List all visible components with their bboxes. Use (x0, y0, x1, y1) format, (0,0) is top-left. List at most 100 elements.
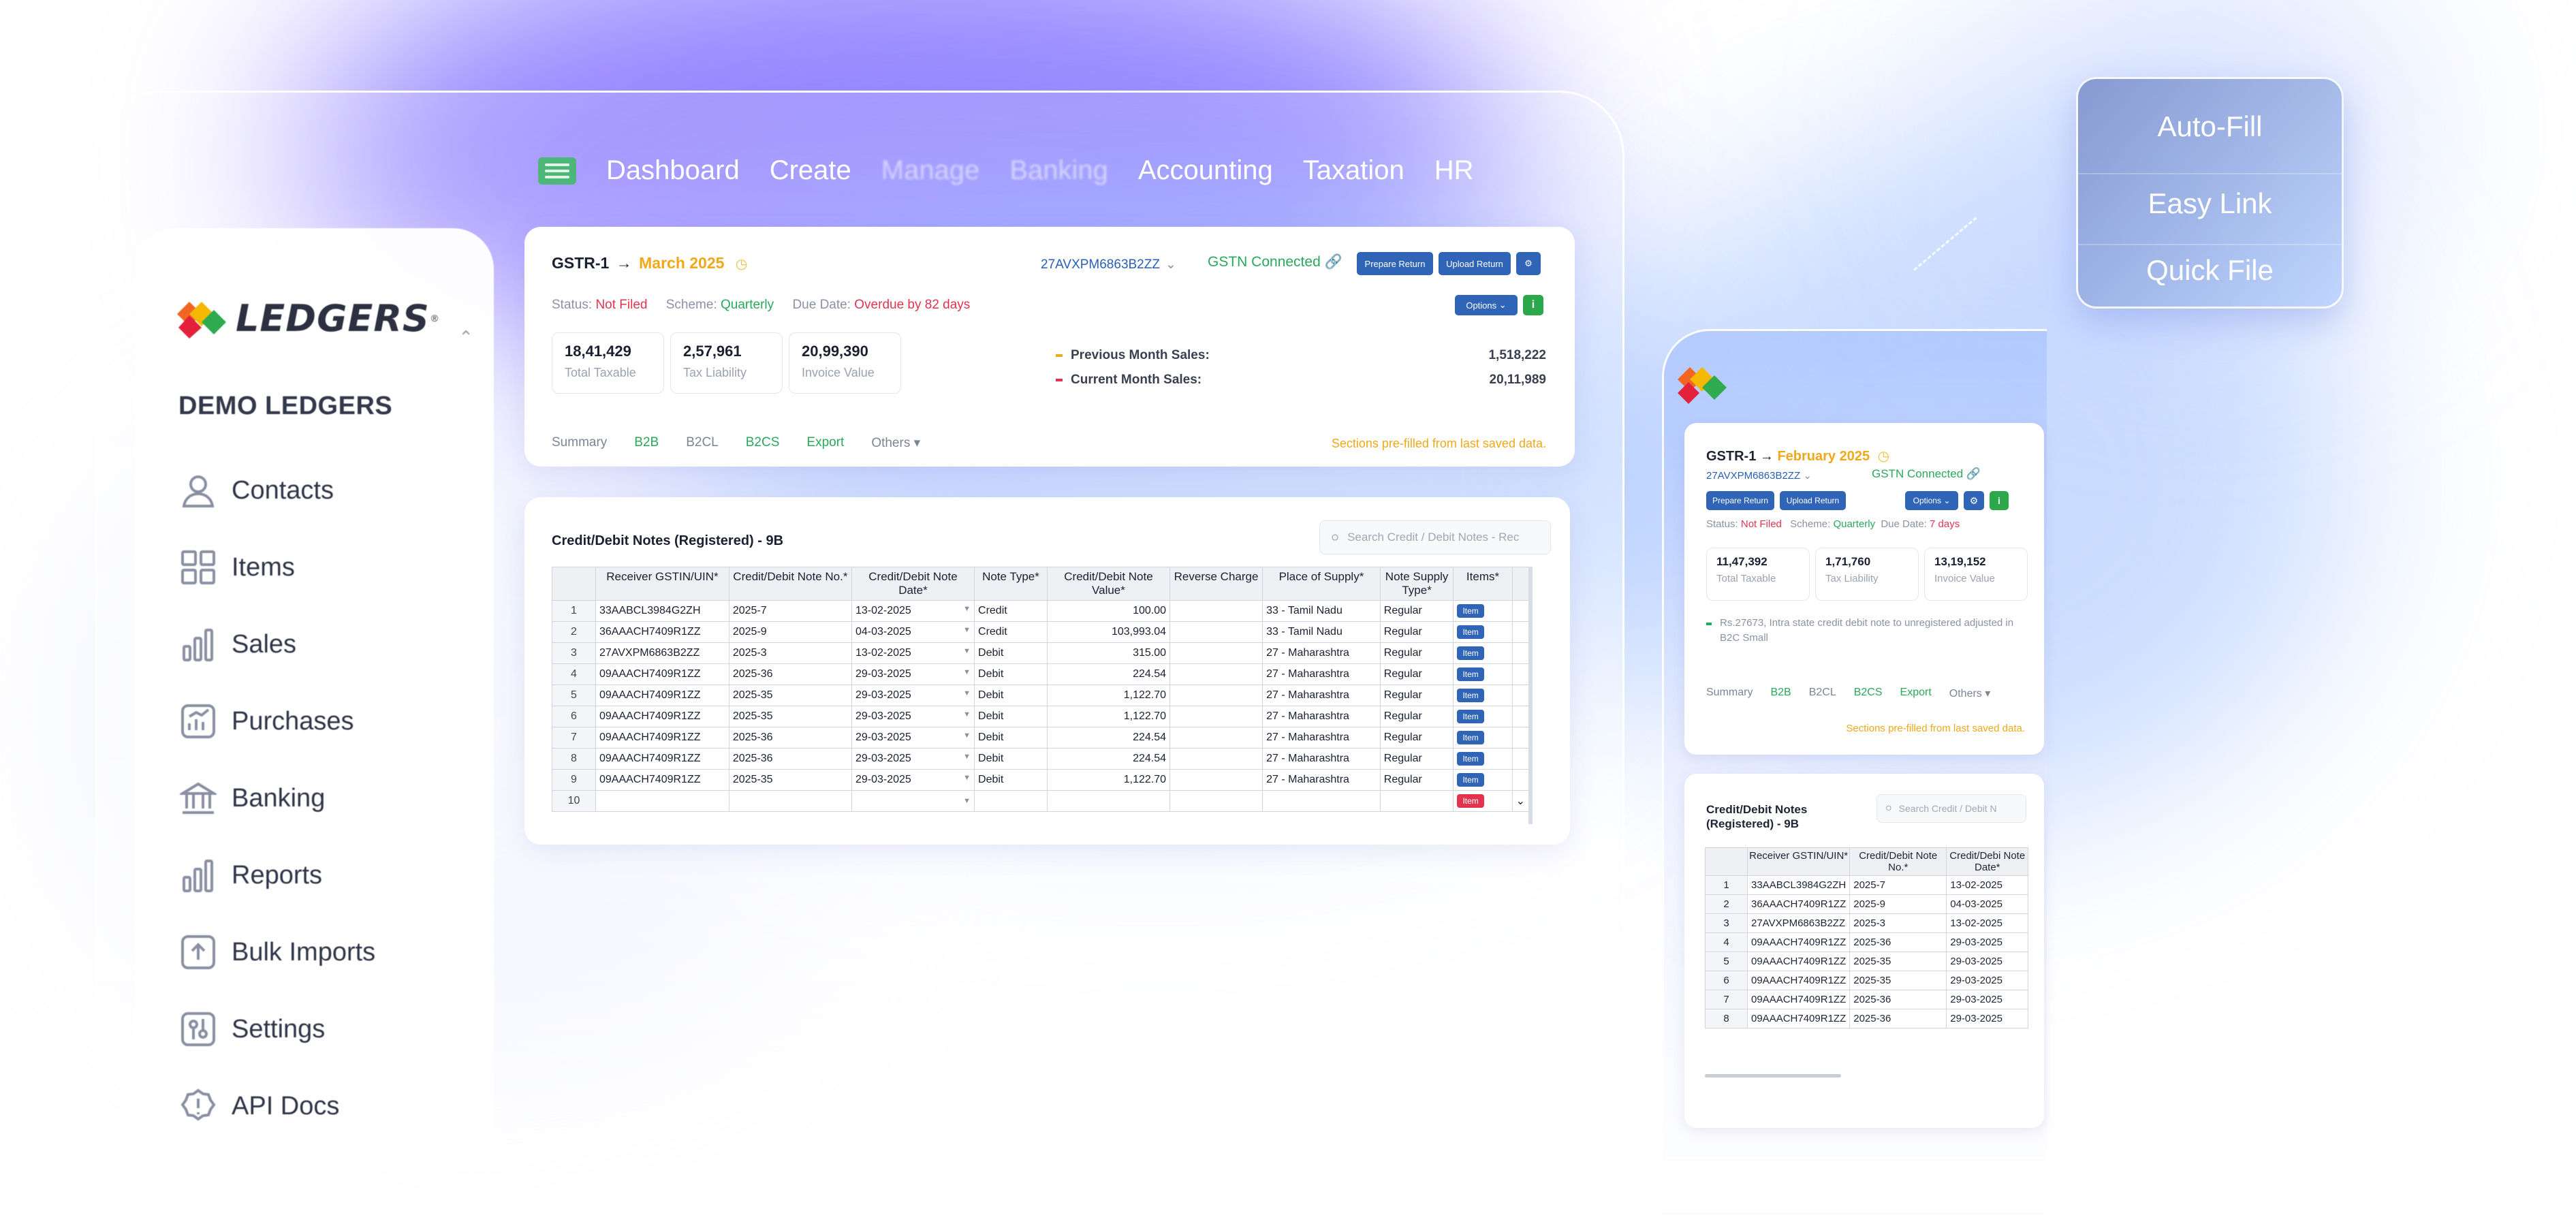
cell-gstin[interactable]: 09AAACH7409R1ZZ (1746, 971, 1851, 990)
cell-st[interactable]: Regular (1379, 621, 1454, 643)
cell-no[interactable] (728, 790, 852, 812)
cell-rc[interactable] (1169, 790, 1263, 812)
sidebar-item-contacts[interactable]: Contacts (178, 467, 334, 514)
sidebar-item-purchases[interactable]: Purchases (178, 697, 354, 745)
dropdown-arrow-icon[interactable]: ▼ (963, 774, 971, 782)
cell-value[interactable]: 103,993.04 (1046, 621, 1171, 643)
cell-value[interactable]: 224.54 (1046, 748, 1171, 770)
cell-no[interactable]: 2025-3 (1849, 913, 1947, 933)
tab-b2b[interactable]: B2B (634, 435, 659, 451)
nav-create[interactable]: Create (770, 155, 851, 186)
info-button[interactable]: i (1523, 295, 1543, 315)
dropdown-arrow-icon[interactable]: ▼ (963, 668, 971, 676)
cell-no[interactable]: 2025-36 (728, 727, 852, 749)
settings-gear-button[interactable]: ⚙ (1964, 491, 1984, 510)
cell-no[interactable]: 2025-35 (728, 706, 852, 727)
cell-pos[interactable]: 33 - Tamil Nadu (1262, 600, 1381, 622)
gstin-selector[interactable]: 27AVXPM6863B2ZZ ⌄ (1706, 469, 1812, 482)
cell-st[interactable]: Regular (1379, 706, 1454, 727)
cell-gstin[interactable]: 33AABCL3984G2ZH (595, 600, 729, 622)
search-input[interactable]: ○ Search Credit / Debit Notes - Rec (1319, 520, 1551, 554)
cell-date[interactable]: ▼ (851, 790, 975, 812)
settings-gear-button[interactable]: ⚙ (1516, 252, 1541, 275)
scroll-down-icon[interactable]: ⌄ (1511, 790, 1528, 812)
cell-no[interactable]: 2025-3 (728, 642, 852, 664)
cell-no[interactable]: 2025-36 (728, 663, 852, 685)
nav-banking[interactable]: Banking (1009, 155, 1108, 186)
cell-date[interactable]: 13-02-2025 (1946, 875, 2029, 895)
cell-date[interactable]: 13-02-2025 ▼ (851, 642, 975, 664)
item-button[interactable]: Item (1457, 710, 1484, 723)
return-period[interactable]: February 2025 (1777, 449, 1870, 464)
sidebar-item-banking[interactable]: Banking (178, 774, 325, 822)
cell-no[interactable]: 2025-36 (1849, 1009, 1947, 1028)
cell-type[interactable]: Debit (974, 769, 1048, 791)
column-header[interactable]: Credit/Debit Note No.* (1849, 847, 1947, 876)
cell-date[interactable]: 29-03-2025 (1946, 952, 2029, 971)
cell-gstin[interactable]: 09AAACH7409R1ZZ (595, 706, 729, 727)
cell-value[interactable]: 1,122.70 (1046, 685, 1171, 706)
item-button[interactable]: Item (1457, 604, 1484, 618)
cell-date[interactable]: 29-03-2025 ▼ (851, 706, 975, 727)
cell-gstin[interactable]: 27AVXPM6863B2ZZ (595, 642, 729, 664)
cell-rc[interactable] (1169, 685, 1263, 706)
cell-st[interactable]: Regular (1379, 663, 1454, 685)
cell-no[interactable]: 2025-36 (1849, 932, 1947, 952)
cell-gstin[interactable]: 09AAACH7409R1ZZ (595, 748, 729, 770)
cell-gstin[interactable]: 09AAACH7409R1ZZ (1746, 990, 1851, 1009)
tab-b2b[interactable]: B2B (1770, 687, 1791, 700)
cell-date[interactable]: 29-03-2025 (1946, 1009, 2029, 1028)
cell-gstin[interactable]: 09AAACH7409R1ZZ (595, 769, 729, 791)
cell-gstin[interactable]: 09AAACH7409R1ZZ (595, 663, 729, 685)
cell-gstin[interactable]: 27AVXPM6863B2ZZ (1746, 913, 1851, 933)
column-header[interactable]: Place of Supply* (1262, 567, 1381, 601)
cell-st[interactable]: Regular (1379, 600, 1454, 622)
nav-taxation[interactable]: Taxation (1303, 155, 1404, 186)
cell-pos[interactable]: 27 - Maharashtra (1262, 685, 1381, 706)
cell-no[interactable]: 2025-7 (1849, 875, 1947, 895)
calendar-icon[interactable]: ◷ (1878, 449, 1889, 464)
cell-st[interactable] (1379, 790, 1454, 812)
cell-pos[interactable]: 27 - Maharashtra (1262, 727, 1381, 749)
cell-no[interactable]: 2025-35 (1849, 952, 1947, 971)
cell-date[interactable]: 29-03-2025 ▼ (851, 727, 975, 749)
options-dropdown[interactable]: Options ⌄ (1905, 491, 1958, 510)
cell-pos[interactable]: 33 - Tamil Nadu (1262, 621, 1381, 643)
nav-accounting[interactable]: Accounting (1138, 155, 1273, 186)
sidebar-item-reports[interactable]: Reports (178, 851, 322, 899)
cell-pos[interactable]: 27 - Maharashtra (1262, 642, 1381, 664)
dropdown-arrow-icon[interactable]: ▼ (963, 797, 971, 805)
item-button[interactable]: Item (1457, 794, 1484, 808)
item-button[interactable]: Item (1457, 689, 1484, 702)
dropdown-arrow-icon[interactable]: ▼ (963, 605, 971, 613)
cell-value[interactable]: 1,122.70 (1046, 706, 1171, 727)
dropdown-arrow-icon[interactable]: ▼ (963, 626, 971, 634)
dropdown-arrow-icon[interactable]: ▼ (963, 732, 971, 740)
item-button[interactable]: Item (1457, 731, 1484, 744)
column-header[interactable]: Receiver GSTIN/UIN* (595, 567, 729, 601)
cell-rc[interactable] (1169, 706, 1263, 727)
sidebar-item-settings[interactable]: Settings (178, 1005, 325, 1053)
dropdown-arrow-icon[interactable]: ▼ (963, 689, 971, 697)
cell-type[interactable]: Debit (974, 642, 1048, 664)
cell-no[interactable]: 2025-36 (728, 748, 852, 770)
column-header[interactable]: Credit/Debit Note Date* (851, 567, 975, 601)
cell-type[interactable]: Debit (974, 748, 1048, 770)
nav-hr[interactable]: HR (1434, 155, 1474, 186)
upload-return-button[interactable]: Upload Return (1439, 252, 1511, 275)
tab-others[interactable]: Others ▾ (1949, 687, 1991, 700)
cell-gstin[interactable]: 09AAACH7409R1ZZ (595, 727, 729, 749)
cell-pos[interactable]: 27 - Maharashtra (1262, 769, 1381, 791)
cell-date[interactable]: 29-03-2025 (1946, 971, 2029, 990)
horizontal-scrollbar[interactable] (1705, 1074, 1841, 1078)
cell-value[interactable]: 224.54 (1046, 727, 1171, 749)
upload-return-button[interactable]: Upload Return (1780, 491, 1846, 510)
item-button[interactable]: Item (1457, 646, 1484, 660)
sidebar-item-bulk-imports[interactable]: Bulk Imports (178, 928, 375, 976)
cell-value[interactable]: 1,122.70 (1046, 769, 1171, 791)
dropdown-arrow-icon[interactable]: ▼ (963, 647, 971, 655)
cell-pos[interactable]: 27 - Maharashtra (1262, 748, 1381, 770)
cell-type[interactable]: Credit (974, 600, 1048, 622)
tab-b2cs[interactable]: B2CS (746, 435, 780, 451)
cell-gstin[interactable]: 09AAACH7409R1ZZ (1746, 952, 1851, 971)
